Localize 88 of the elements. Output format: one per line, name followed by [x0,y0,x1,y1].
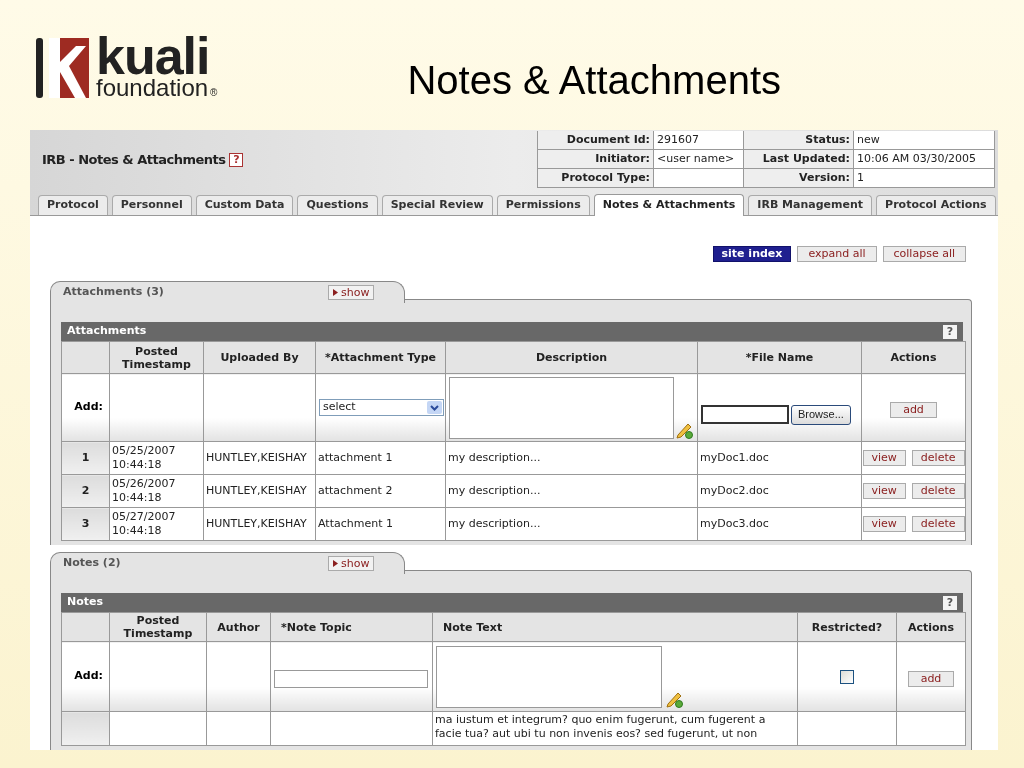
table-cell: myDoc3.doc [697,507,862,541]
table-cell: myDoc2.doc [697,474,862,508]
field-value: new [854,131,995,150]
field-label: Version: [744,169,854,188]
column-header: Uploaded By [203,341,316,374]
column-header: Posted Timestamp [109,612,207,642]
browse-button[interactable]: Browse... [791,404,851,425]
table-title: Attachments [67,323,147,340]
table-cell: 05/27/2007 10:44:18 [109,507,204,541]
row-label: Add: [61,641,110,712]
restricted-checkbox[interactable] [840,670,854,684]
field-label: Status: [744,131,854,150]
tab[interactable]: Notes & Attachments [593,194,745,216]
field-label: Protocol Type: [538,169,654,188]
table-cell: attachment 1 [315,441,446,475]
row-number: 3 [61,507,110,541]
caret-icon [333,560,338,567]
field-value: 291607 [654,131,744,150]
tab[interactable]: Protocol [38,195,108,215]
view-button[interactable]: view [862,483,906,499]
slide-title: Notes & Attachments [407,57,781,104]
table-cell: HUNTLEY,KEISHAY [203,507,316,541]
column-header: Actions [861,341,966,374]
column-header: Author [206,612,271,642]
table-cell: my description... [445,507,698,541]
column-header: Restricted? [797,612,897,642]
logo-icon [36,36,90,100]
tab[interactable]: Personnel [111,195,192,215]
table-cell: Attachment 1 [315,507,446,541]
table-cell: 05/25/2007 10:44:18 [109,441,204,475]
add-button[interactable]: add [907,670,955,687]
tab[interactable]: IRB Management [748,195,873,215]
tab[interactable]: Custom Data [195,195,294,215]
page-title: IRB - Notes & Attachments [42,151,226,170]
view-button[interactable]: view [862,516,906,532]
row-number: 2 [61,474,110,508]
table-cell: 05/26/2007 10:44:18 [109,474,204,508]
field-value: 1 [854,169,995,188]
tab[interactable]: Protocol Actions [876,195,996,215]
note-text: ma iustum et integrum? quo enim fugerunt, cum fugerent a facie tua? aut ubi tu non invenis eos? sed fugerunt, ut non [432,711,798,746]
field-value: <user name> [654,150,744,169]
type-select[interactable]: select [319,399,444,416]
view-button[interactable]: view [862,450,906,466]
column-header: Actions [896,612,966,642]
table-cell: myDoc1.doc [697,441,862,475]
table-title: Notes [67,594,104,611]
file-name-field[interactable] [701,405,789,424]
row-label: Add: [61,373,110,442]
show-button[interactable]: show [328,285,375,300]
tab[interactable]: Questions [297,195,378,215]
note-text-field[interactable] [436,645,662,708]
site-index-button[interactable]: site index [712,246,792,262]
registered-mark: ® [210,88,218,98]
toolbar-button[interactable]: expand all [797,246,877,262]
column-header: Note Text [432,612,798,642]
field-value: 10:06 AM 03/30/2005 [854,150,995,169]
field-label: Last Updated: [744,150,854,169]
section-title: Notes (2) [63,555,122,572]
table-cell: my description... [445,474,698,508]
table-cell: HUNTLEY,KEISHAY [203,474,316,508]
logo-name: kuali [96,36,211,76]
delete-button[interactable]: delete [911,483,965,499]
toolbar-button[interactable]: collapse all [882,246,966,262]
row-number: 1 [61,441,110,475]
delete-button[interactable]: delete [911,516,965,532]
help-icon[interactable]: ? [943,324,957,339]
table-cell: attachment 2 [315,474,446,508]
column-header: Description [445,341,698,374]
column-header: Posted Timestamp [109,341,204,374]
help-icon[interactable]: ? [229,153,244,167]
delete-button[interactable]: delete [911,450,965,466]
field-label: Document Id: [538,131,654,150]
table-cell: my description... [445,441,698,475]
note-topic-field[interactable] [274,670,428,688]
tab[interactable]: Permissions [496,195,590,215]
logo-tagline: foundation [96,76,209,100]
caret-icon [333,289,338,296]
column-header: *Attachment Type [315,341,446,374]
tab[interactable]: Special Review [381,195,493,215]
description-field[interactable] [449,376,674,439]
field-label: Initiator: [538,150,654,169]
help-icon[interactable]: ? [943,595,957,610]
column-header: *Note Topic [270,612,433,642]
add-button[interactable]: add [890,401,937,418]
table-cell: HUNTLEY,KEISHAY [203,441,316,475]
column-header: *File Name [697,341,862,374]
show-button[interactable]: show [328,556,375,571]
section-title: Attachments (3) [63,284,165,301]
